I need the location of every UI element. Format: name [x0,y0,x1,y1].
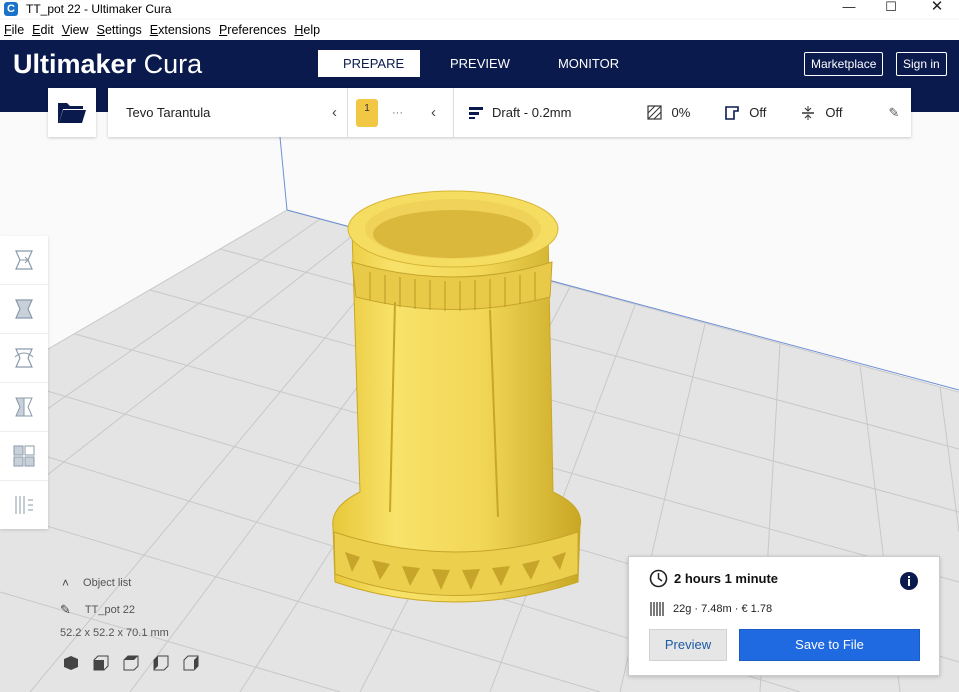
rotate-tool[interactable] [0,334,48,383]
extruder-badge: 1 [356,98,378,127]
support-value: Off [749,105,767,120]
print-settings-selector[interactable]: Draft - 0.2mm 0% Off Off ✎ [454,88,911,137]
object-name: TT_pot 22 [84,604,136,616]
preview-button[interactable]: Preview [649,629,727,661]
ultimaker-cura-logo: Ultimaker Cura [13,49,203,79]
tab-prepare[interactable]: PREPARE [318,50,420,77]
infill-value: 0% [671,105,691,120]
tab-monitor[interactable]: MONITOR [534,50,643,77]
front-view-icon[interactable] [93,655,109,671]
clock-icon [649,569,668,588]
menu-edit[interactable]: Edit [31,23,55,37]
open-file-button[interactable] [48,88,96,137]
adhesion-icon [802,105,815,120]
menu-settings[interactable]: Settings [96,23,143,37]
printer-settings-bar: Tevo Tarantula ‹ 1 ··· ‹ Draft - 0.2mm 0… [108,88,911,137]
menu-help[interactable]: Help [293,23,321,37]
print-time: 2 hours 1 minute [674,571,779,586]
chevron-left-icon: ‹ [431,104,436,121]
object-list-label: Object list [83,577,132,589]
move-tool[interactable] [0,236,48,285]
infill-icon [647,105,663,120]
adhesion-value: Off [825,105,843,120]
folder-icon [58,103,86,123]
mirror-tool[interactable] [0,383,48,432]
tool-panel [0,236,48,529]
menu-extensions[interactable]: Extensions [149,23,212,37]
printer-selector[interactable]: Tevo Tarantula ‹ [108,88,348,137]
save-to-file-button[interactable]: Save to File [739,629,920,661]
title-bar: C TT_pot 22 - Ultimaker Cura — ☐ ✕ [0,0,959,18]
view-orientation-buttons [63,655,199,671]
pot-model[interactable] [332,190,582,603]
3d-view-icon[interactable] [63,655,79,671]
move-icon [15,250,33,270]
stage-tabs: PREPARE PREVIEW MONITOR [318,50,643,77]
object-list-toggle[interactable]: ˄ Object list [60,576,199,590]
cura-app-icon: C [4,2,18,16]
scale-icon [15,299,33,319]
scale-tool[interactable] [0,285,48,334]
per-model-settings-icon [13,445,35,467]
menu-file[interactable]: File [3,23,25,37]
extruder-number: 1 [364,102,370,114]
pencil-icon[interactable]: ✎ [888,105,899,121]
maximize-button[interactable]: ☐ [868,0,914,18]
profile-label: Draft - 0.2mm [492,105,572,120]
print-output-panel: 2 hours 1 minute 22g · 7.48m · € 1.78 Pr… [628,556,940,676]
support-blocker-icon [15,496,33,514]
close-button[interactable]: ✕ [914,0,959,18]
support-blocker-tool[interactable] [0,481,48,529]
menu-view[interactable]: View [61,23,90,37]
menu-preferences[interactable]: Preferences [218,23,287,37]
top-view-icon[interactable] [123,655,139,671]
object-panel: ˄ Object list ✎ TT_pot 22 52.2 x 52.2 x … [60,576,199,671]
marketplace-button[interactable]: Marketplace [804,52,884,76]
sign-in-button[interactable]: Sign in [896,52,947,76]
window-title: TT_pot 22 - Ultimaker Cura [26,2,172,16]
info-icon[interactable] [899,571,919,591]
object-dimensions: 52.2 x 52.2 x 70.1 mm [60,627,169,639]
support-icon [725,105,740,120]
filament-icon [650,602,664,616]
profile-icon [469,106,483,119]
minimize-button[interactable]: — [826,0,872,18]
chevron-up-icon: ˄ [62,576,70,590]
menu-bar: File Edit View Settings Extensions Prefe… [0,20,959,40]
chevron-left-icon: ‹ [332,104,337,121]
mirror-icon [15,397,33,417]
pencil-icon[interactable]: ✎ [60,602,71,618]
rotate-icon [14,348,34,368]
tab-preview[interactable]: PREVIEW [420,50,534,77]
per-model-settings-tool[interactable] [0,432,48,481]
extruder-selector[interactable]: 1 ··· ‹ [348,88,454,137]
material-estimate: 22g · 7.48m · € 1.78 [673,603,773,615]
right-view-icon[interactable] [183,655,199,671]
printer-name: Tevo Tarantula [126,105,211,120]
more-icon: ··· [392,106,403,119]
left-view-icon[interactable] [153,655,169,671]
